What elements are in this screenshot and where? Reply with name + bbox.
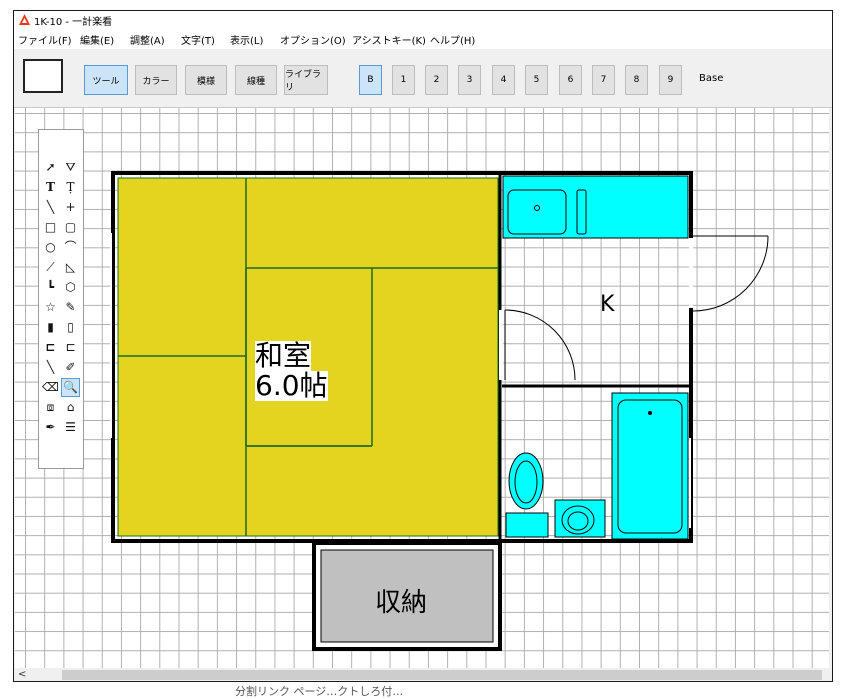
scroll-left-arrow[interactable]: < (18, 668, 26, 681)
rounded-rect-icon[interactable]: ▢ (62, 219, 79, 236)
layer-1[interactable]: 1 (392, 65, 415, 95)
menu-view[interactable]: 表示(L) (230, 32, 263, 47)
room-size-label: 6.0帖 (255, 369, 328, 402)
pen-tool-icon[interactable]: ✎ (62, 299, 79, 316)
kitchen-label: K (600, 292, 615, 317)
vertical-text-icon[interactable]: Ṭ (62, 179, 79, 196)
frame-outline-icon[interactable]: ⊏ (62, 339, 79, 356)
polygon-tool-icon[interactable]: ◺ (62, 259, 79, 276)
select-area-icon[interactable]: ⛛ (62, 159, 79, 176)
storage-label: 収納 (375, 588, 428, 618)
horizontal-scrollbar[interactable]: < (14, 668, 832, 681)
menu-bar: ファイル(F) 編集(E) 調整(A) 文字(T) 表示(L) オプション(O)… (14, 29, 832, 50)
menu-options[interactable]: オプション(O) (280, 32, 346, 47)
menu-file[interactable]: ファイル(F) (18, 32, 72, 47)
wash-basin (554, 499, 606, 538)
star-tool-icon[interactable]: ☆ (42, 299, 59, 316)
layer-5[interactable]: 5 (525, 65, 548, 95)
menu-assist-key[interactable]: アシストキー(K) (352, 32, 426, 47)
inner-door (499, 309, 576, 381)
menu-text[interactable]: 文字(T) (181, 32, 215, 47)
wall-tool-icon[interactable]: ┗ (42, 279, 59, 296)
kitchen-door (689, 235, 769, 312)
layer-2[interactable]: 2 (425, 65, 448, 95)
room-name-label: 和室 (255, 339, 312, 372)
layer-b[interactable]: B (359, 65, 382, 95)
page-caption: 分割リンク ページ…クトしろ付… (235, 685, 404, 698)
stamp-tool-icon[interactable]: ⌂ (62, 399, 79, 416)
layer-3[interactable]: 3 (458, 65, 481, 95)
menu-adjust[interactable]: 調整(A) (130, 32, 165, 47)
toolbar: ツール カラー 模様 線種 ライブラリ B 1 2 3 4 5 6 7 8 9 … (14, 49, 832, 108)
arc-tool-icon[interactable]: ⌒ (62, 239, 79, 256)
tab-pattern[interactable]: 模様 (185, 65, 227, 95)
layer-9[interactable]: 9 (659, 65, 682, 95)
current-color-swatch[interactable] (23, 59, 63, 93)
list-tool-icon[interactable]: ☰ (62, 419, 79, 436)
app-icon (19, 14, 30, 25)
select-arrow-icon[interactable]: ➚ (42, 159, 59, 176)
fill-tool-icon[interactable]: ▮ (42, 319, 59, 336)
crop-tool-icon[interactable]: ⧈ (42, 399, 59, 416)
frame-tool-icon[interactable]: ⊏ (42, 339, 59, 356)
tab-library[interactable]: ライブラリ (284, 65, 328, 95)
window-title: 1K-10 - 一計楽看 (34, 17, 113, 28)
tool-palette: ➚ ⛛ T Ṭ ╲ + □ ▢ ○ ⌒ ⟋ ◺ ┗ ⬡ ☆ ✎ ▮ ▯ ⊏ ⊏ … (38, 129, 84, 469)
layer-8[interactable]: 8 (625, 65, 648, 95)
zoom-tool-icon[interactable]: 🔍 (61, 378, 80, 397)
outline-tool-icon[interactable]: ▯ (62, 319, 79, 336)
kitchen-counter (502, 175, 689, 239)
menu-edit[interactable]: 編集(E) (80, 32, 114, 47)
tab-tool[interactable]: ツール (84, 65, 128, 95)
eyedropper-icon[interactable]: ✒ (42, 419, 59, 436)
ellipse-tool-icon[interactable]: ○ (42, 239, 59, 256)
diagonal-line-icon[interactable]: ╲ (42, 359, 59, 376)
rectangle-tool-icon[interactable]: □ (42, 219, 59, 236)
tab-color[interactable]: カラー (135, 65, 177, 95)
layer-6[interactable]: 6 (559, 65, 582, 95)
brush-tool-icon[interactable]: ✐ (62, 359, 79, 376)
text-tool-icon[interactable]: T (42, 179, 59, 196)
app-window: 1K-10 - 一計楽看 ファイル(F) 編集(E) 調整(A) 文字(T) 表… (13, 10, 833, 682)
scroll-thumb[interactable] (62, 670, 822, 680)
menu-help[interactable]: ヘルプ(H) (430, 32, 475, 47)
cross-tool-icon[interactable]: + (62, 199, 79, 216)
line-tool-icon[interactable]: ╲ (42, 199, 59, 216)
layer-7[interactable]: 7 (592, 65, 615, 95)
bathtub (611, 392, 689, 540)
freehand-icon[interactable]: ⟋ (42, 259, 59, 276)
layer-4[interactable]: 4 (492, 65, 515, 95)
title-bar: 1K-10 - 一計楽看 (14, 11, 832, 29)
toilet (505, 452, 549, 538)
base-layer-label: Base (699, 73, 724, 84)
hexagon-tool-icon[interactable]: ⬡ (62, 279, 79, 296)
eraser-tool-icon[interactable]: ⌫ (42, 379, 59, 396)
drawing-canvas[interactable]: 和室 6.0帖 K 収納 ➚ ⛛ T Ṭ ╲ + □ ▢ ○ ⌒ ⟋ ◺ ┗ ⬡… (15, 108, 829, 668)
tab-line-type[interactable]: 線種 (235, 65, 277, 95)
